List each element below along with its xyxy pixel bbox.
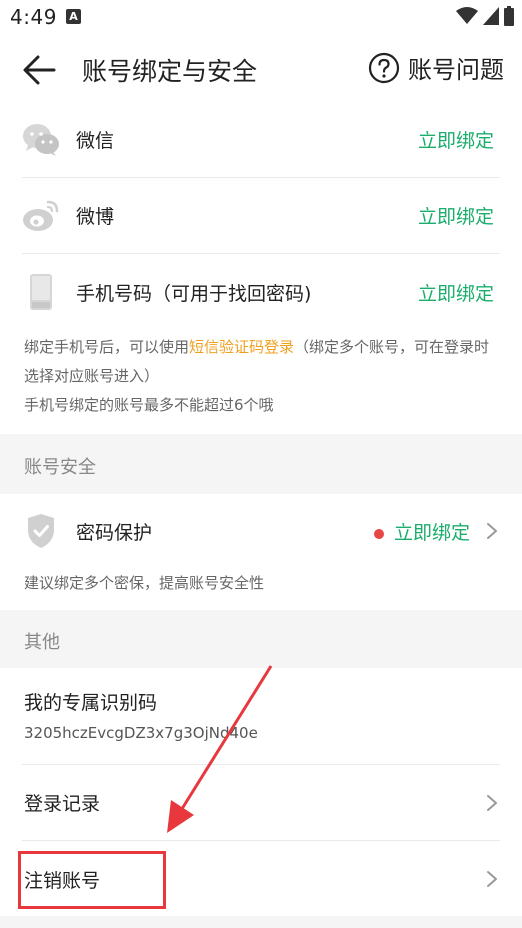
cancel-account-highlight: [18, 851, 166, 909]
page-title: 账号绑定与安全: [82, 57, 258, 86]
wechat-label: 微信: [76, 130, 115, 152]
password-protection-bind-button[interactable]: 立即绑定: [373, 518, 470, 545]
chevron-right-icon: [487, 871, 497, 887]
signal-icon: [483, 7, 499, 25]
security-section-header: 账号安全: [0, 436, 522, 494]
other-section-header: 其他: [0, 612, 522, 668]
question-circle-icon: [368, 52, 400, 83]
status-time: 4:49: [10, 5, 57, 29]
other-section-title: 其他: [24, 632, 60, 653]
login-record-row[interactable]: 登录记录: [0, 765, 522, 841]
sms-login-link[interactable]: 短信验证码登录: [189, 338, 294, 356]
security-card: 密码保护 立即绑定 建议绑定多个密保，提高账号安全性: [0, 494, 522, 610]
back-arrow-icon[interactable]: [22, 54, 56, 86]
phone-binding-row[interactable]: 手机号码（可用于找回密码) 立即绑定: [0, 254, 522, 330]
status-indicators: [456, 6, 514, 26]
phone-label: 手机号码（可用于找回密码): [76, 283, 312, 305]
password-protection-row[interactable]: 密码保护 立即绑定: [0, 494, 522, 568]
account-help-button[interactable]: 账号问题: [368, 50, 504, 85]
password-protection-label: 密码保护: [76, 522, 153, 544]
weibo-bind-button[interactable]: 立即绑定: [418, 202, 494, 229]
binding-note-line2: 手机号绑定的账号最多不能超过6个哦: [24, 396, 274, 414]
status-bar: 4:49 A: [0, 0, 522, 36]
phone-icon: [22, 273, 60, 311]
weibo-label: 微博: [76, 206, 115, 228]
alert-dot-icon: [373, 528, 384, 539]
phone-bind-button[interactable]: 立即绑定: [418, 279, 494, 306]
security-section-title: 账号安全: [24, 457, 96, 478]
binding-note: 绑定手机号后，可以使用短信验证码登录（绑定多个账号，可在登录时选择对应账号进入）…: [24, 333, 502, 420]
shield-icon: [22, 512, 60, 550]
battery-icon: [504, 6, 514, 26]
bindings-card: 微信 立即绑定 微博 立即绑定 手机号码（可用于找回密码) 立即绑定 绑定手机号…: [0, 104, 522, 434]
weibo-binding-row[interactable]: 微博 立即绑定: [0, 178, 522, 254]
chevron-right-icon: [487, 795, 497, 811]
font-notification-icon: A: [66, 9, 81, 24]
identity-code-row: 我的专属识别码 3205hczEvcgDZ3x7g3OjNd40e: [0, 668, 522, 764]
login-record-label: 登录记录: [24, 793, 101, 815]
identity-code-title: 我的专属识别码: [24, 692, 158, 714]
title-bar: 账号绑定与安全 账号问题: [0, 36, 522, 104]
binding-note-prefix: 绑定手机号后，可以使用: [24, 338, 190, 356]
chevron-right-icon: [487, 523, 497, 539]
wechat-bind-button[interactable]: 立即绑定: [418, 126, 494, 153]
identity-code-value: 3205hczEvcgDZ3x7g3OjNd40e: [24, 724, 258, 742]
wifi-icon: [456, 7, 478, 24]
security-note: 建议绑定多个密保，提高账号安全性: [24, 574, 265, 592]
password-protection-action: 立即绑定: [393, 522, 470, 544]
wechat-icon: [22, 121, 60, 159]
weibo-icon: [22, 196, 60, 234]
help-label: 账号问题: [408, 56, 504, 84]
wechat-binding-row[interactable]: 微信 立即绑定: [0, 104, 522, 176]
